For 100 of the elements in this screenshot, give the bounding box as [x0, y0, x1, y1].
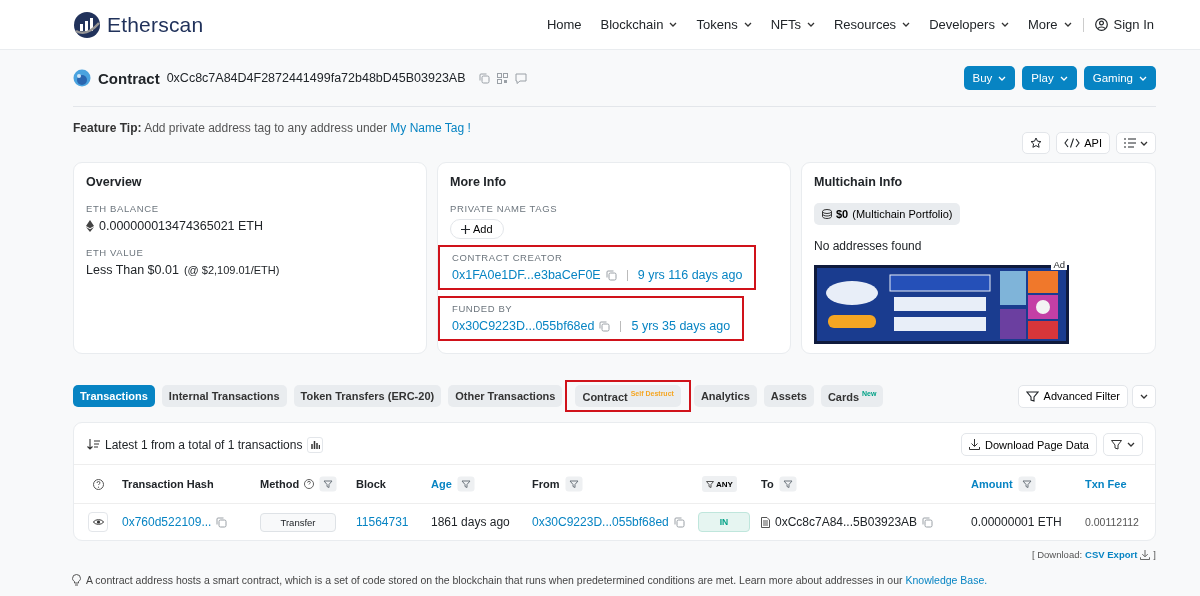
tab[interactable]: Token Transfers (ERC-20): [293, 385, 442, 407]
knowledge-base-link[interactable]: Knowledge Base.: [905, 574, 988, 586]
info-note: A contract address hosts a smart contract, which is a set of code stored on the blockchain that runs when predetermined conditions are met. Learn more about addresses in our Knowledge Base.: [86, 574, 988, 586]
sign-in-link[interactable]: Sign In: [1094, 17, 1154, 32]
help-icon[interactable]: [304, 479, 315, 489]
contract-avatar-icon: [73, 69, 91, 87]
nav-link[interactable]: Resources: [834, 17, 911, 32]
sort-icon: [87, 439, 100, 450]
column-header[interactable]: Amount: [971, 478, 1013, 490]
copy-icon[interactable]: [599, 320, 611, 332]
copy-icon[interactable]: [922, 516, 934, 528]
nav-link[interactable]: Tokens: [696, 17, 752, 32]
age-link[interactable]: 5 yrs 35 days ago: [631, 319, 731, 333]
card-title: Multichain Info: [814, 175, 904, 189]
user-icon: [1094, 18, 1108, 31]
card-title: More Info: [450, 175, 508, 189]
filter-icon[interactable]: [564, 476, 583, 492]
advanced-filter-button[interactable]: Advanced Filter: [1017, 384, 1128, 408]
chevron-down-icon: [1063, 22, 1072, 27]
copy-icon[interactable]: [673, 516, 685, 528]
copy-icon[interactable]: [478, 72, 490, 84]
api-button[interactable]: API: [1056, 132, 1110, 154]
from-address-link[interactable]: 0x30C9223D...055bf68ed: [532, 515, 669, 529]
summary-text: Latest 1 from a total of 1 transactions: [105, 437, 303, 452]
to-address: 0xCc8c7A84...5B03923AB: [775, 515, 918, 529]
chevron-down-icon: [1000, 22, 1009, 27]
nav-link[interactable]: NFTs: [770, 17, 815, 32]
filter-icon[interactable]: [456, 476, 475, 492]
column-header: To: [761, 478, 774, 490]
qr-code-icon[interactable]: [496, 72, 508, 84]
filter-icon: [1025, 390, 1039, 402]
tab[interactable]: Other Transactions: [448, 385, 563, 407]
filter-icon[interactable]: [778, 476, 797, 492]
lightbulb-icon: [71, 574, 82, 586]
tab[interactable]: Assets: [763, 385, 814, 407]
favorite-button[interactable]: [1022, 132, 1051, 154]
portfolio-button[interactable]: $0 (Multichain Portfolio): [814, 203, 960, 225]
chevron-down-icon: [902, 22, 911, 27]
tab[interactable]: Contract $^{Self Destruct}$: [575, 385, 681, 407]
chart-button[interactable]: [307, 436, 324, 453]
tab[interactable]: Cards $^{New}$: [820, 385, 884, 407]
more-button[interactable]: [1132, 384, 1156, 408]
comment-icon[interactable]: [514, 72, 527, 84]
dropdown-button[interactable]: Play: [1022, 66, 1077, 90]
direction-badge: IN: [698, 512, 750, 532]
column-header: From: [532, 478, 560, 490]
method-badge: Transfer: [260, 512, 336, 532]
copy-icon[interactable]: [605, 269, 617, 281]
column-header[interactable]: Age: [431, 478, 452, 490]
age-link[interactable]: 9 yrs 116 days ago: [637, 268, 743, 282]
preview-button[interactable]: [88, 512, 108, 532]
nav-link[interactable]: Home: [546, 17, 582, 32]
table-cell: 0.00112112: [1085, 516, 1139, 528]
direction-filter-button[interactable]: ANY: [702, 476, 737, 492]
tab[interactable]: Internal Transactions: [161, 385, 287, 407]
download-icon: [1140, 549, 1151, 560]
field-label: CONTRACT CREATOR: [452, 252, 564, 263]
download-button[interactable]: Download Page Data: [961, 433, 1097, 456]
column-header: Method: [260, 478, 300, 490]
download-label: ]: [1153, 549, 1156, 560]
chevron-down-icon: [1139, 75, 1147, 81]
page-title: Contract: [98, 69, 160, 87]
tab[interactable]: Transactions: [73, 385, 155, 407]
list-icon: [1124, 138, 1136, 148]
field-value: Less Than $0.01: [86, 263, 179, 277]
dropdown-button[interactable]: Buy: [963, 66, 1016, 90]
name-tag-link[interactable]: My Name Tag !: [390, 121, 471, 135]
block-link[interactable]: 11564731: [356, 515, 409, 529]
nav-link[interactable]: More: [1027, 17, 1072, 32]
chevron-down-icon: [1127, 442, 1135, 447]
filter-menu-button[interactable]: [1103, 433, 1143, 456]
logo-text[interactable]: Etherscan: [107, 12, 204, 37]
csv-export-link[interactable]: CSV Export: [1085, 549, 1138, 560]
chevron-down-icon: [998, 75, 1007, 81]
help-icon[interactable]: [92, 478, 104, 490]
field-label: PRIVATE NAME TAGS: [450, 203, 559, 214]
address-link[interactable]: 0x30C9223D...055bf68ed: [452, 319, 595, 333]
list-menu-button[interactable]: [1116, 132, 1156, 154]
chevron-down-icon: [669, 22, 678, 27]
add-tag-button[interactable]: Add: [450, 219, 504, 239]
code-icon: [1064, 138, 1081, 148]
nav-link[interactable]: Blockchain: [600, 17, 678, 32]
dropdown-button[interactable]: Gaming: [1083, 66, 1156, 90]
address-link[interactable]: 0x1FA0e1DF...e3baCeF0E: [452, 268, 601, 282]
transaction-hash-link[interactable]: 0x760d522109...: [122, 515, 212, 529]
filter-icon[interactable]: [1017, 476, 1036, 492]
copy-icon[interactable]: [216, 516, 228, 528]
chevron-down-icon: [743, 22, 752, 27]
star-icon: [1030, 137, 1043, 149]
table-cell: 1861 days ago: [431, 515, 510, 529]
column-header[interactable]: Txn Fee: [1085, 478, 1127, 490]
feature-tip: Feature Tip: Add private address tag to any address under My Name Tag !: [73, 121, 472, 135]
tab[interactable]: Analytics: [693, 385, 757, 407]
bar-chart-icon: [310, 440, 320, 449]
filter-icon[interactable]: [319, 476, 338, 492]
chevron-down-icon: [807, 22, 815, 27]
empty-message: No addresses found: [814, 239, 923, 253]
nav-link[interactable]: Developers: [929, 17, 1009, 32]
ethereum-icon: [86, 220, 94, 232]
contract-address: 0xCc8c7A84D4F2872441499fa72b48bD45B03923AB: [166, 71, 466, 85]
